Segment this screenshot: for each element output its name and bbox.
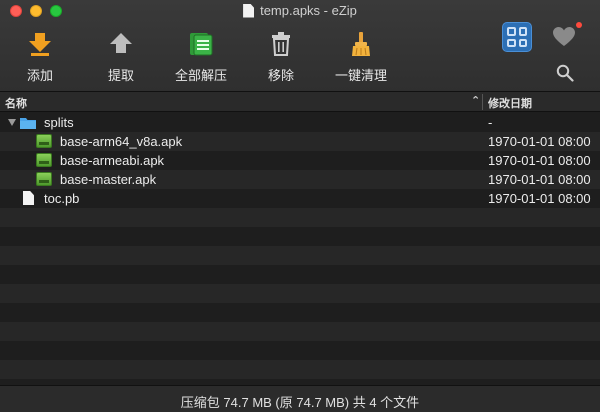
list-item[interactable]: base-arm64_v8a.apk 1970-01-01 08:00 bbox=[0, 132, 600, 151]
apk-file-icon bbox=[36, 172, 52, 186]
folder-icon bbox=[20, 118, 36, 129]
file-date: 1970-01-01 08:00 bbox=[488, 134, 591, 149]
file-list: splits - base-arm64_v8a.apk 1970-01-01 0… bbox=[0, 113, 600, 385]
download-arrow-icon bbox=[5, 30, 75, 58]
disclosure-triangle-icon[interactable] bbox=[8, 119, 16, 126]
empty-row bbox=[0, 341, 600, 360]
empty-row bbox=[0, 265, 600, 284]
list-item[interactable]: toc.pb 1970-01-01 08:00 bbox=[0, 189, 600, 208]
list-item[interactable]: base-armeabi.apk 1970-01-01 08:00 bbox=[0, 151, 600, 170]
file-date: 1970-01-01 08:00 bbox=[488, 172, 591, 187]
heart-icon[interactable] bbox=[552, 26, 576, 53]
empty-row bbox=[0, 246, 600, 265]
empty-row bbox=[0, 360, 600, 379]
status-bar: 压缩包 74.7 MB (原 74.7 MB) 共 4 个文件 bbox=[0, 385, 600, 412]
upload-arrow-icon bbox=[86, 30, 156, 58]
file-date: 1970-01-01 08:00 bbox=[488, 191, 591, 206]
column-divider[interactable] bbox=[482, 94, 483, 110]
search-icon[interactable] bbox=[556, 64, 574, 87]
list-item[interactable]: splits - bbox=[0, 113, 600, 132]
document-icon bbox=[243, 3, 255, 18]
name-column-header[interactable]: 名称 bbox=[5, 95, 27, 111]
file-date: 1970-01-01 08:00 bbox=[488, 153, 591, 168]
clean-button[interactable]: 一键清理 bbox=[326, 30, 396, 84]
file-icon bbox=[23, 191, 34, 205]
apk-file-icon bbox=[36, 153, 52, 167]
empty-row bbox=[0, 208, 600, 227]
file-name: base-master.apk bbox=[60, 172, 157, 187]
add-label: 添加 bbox=[26, 68, 53, 83]
clean-label: 一键清理 bbox=[334, 68, 387, 83]
document-stack-icon bbox=[166, 30, 236, 58]
notification-dot bbox=[576, 22, 582, 28]
ezip-window: temp.apks - eZip 添加 提取 全部解压 移除 一键清理 名称 ⌃… bbox=[0, 0, 600, 412]
extract-label: 提取 bbox=[107, 68, 134, 83]
file-name: toc.pb bbox=[44, 191, 80, 206]
file-name: splits bbox=[44, 115, 74, 130]
empty-row bbox=[0, 322, 600, 341]
window-title: temp.apks - eZip bbox=[0, 3, 600, 18]
modified-column-header[interactable]: 修改日期 bbox=[488, 95, 532, 111]
extract-button[interactable]: 提取 bbox=[86, 30, 156, 84]
file-name: base-arm64_v8a.apk bbox=[60, 134, 183, 149]
grid-view-icon[interactable] bbox=[502, 22, 532, 52]
file-name: base-armeabi.apk bbox=[60, 153, 165, 168]
window-title-text: temp.apks - eZip bbox=[260, 3, 357, 18]
sort-ascending-icon[interactable]: ⌃ bbox=[471, 94, 480, 107]
extract-all-button[interactable]: 全部解压 bbox=[166, 30, 236, 84]
remove-label: 移除 bbox=[267, 68, 294, 83]
remove-button[interactable]: 移除 bbox=[246, 30, 316, 84]
column-header: 名称 ⌃ 修改日期 bbox=[0, 92, 600, 112]
list-item[interactable]: base-master.apk 1970-01-01 08:00 bbox=[0, 170, 600, 189]
file-date: - bbox=[488, 115, 493, 130]
broom-icon bbox=[326, 30, 396, 58]
status-text: 压缩包 74.7 MB (原 74.7 MB) 共 4 个文件 bbox=[180, 395, 420, 410]
toolbar-area: temp.apks - eZip 添加 提取 全部解压 移除 一键清理 bbox=[0, 0, 600, 92]
extract-all-label: 全部解压 bbox=[174, 68, 227, 83]
trash-icon bbox=[246, 30, 316, 58]
empty-row bbox=[0, 284, 600, 303]
apk-file-icon bbox=[36, 134, 52, 148]
add-button[interactable]: 添加 bbox=[5, 30, 75, 84]
empty-row bbox=[0, 303, 600, 322]
empty-row bbox=[0, 227, 600, 246]
